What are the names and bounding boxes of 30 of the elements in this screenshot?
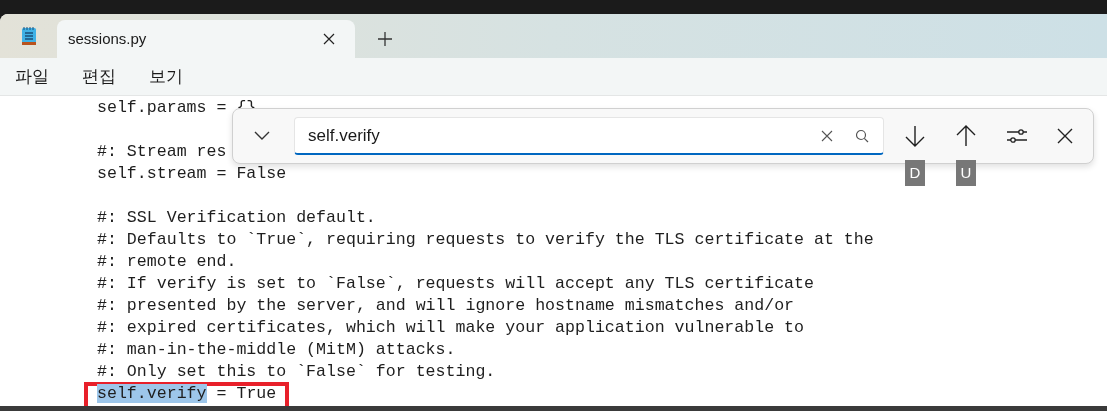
code-line: #: man-in-the-middle (MitM) attacks. bbox=[97, 340, 456, 359]
code-line: #: Only set this to `False` for testing. bbox=[97, 362, 496, 381]
shortcut-tooltip: D bbox=[905, 160, 925, 186]
down-arrow-icon bbox=[904, 124, 926, 148]
code-line: self.verify = True bbox=[97, 384, 277, 403]
menu-item[interactable]: 편집 bbox=[82, 63, 116, 90]
notepad-icon bbox=[20, 26, 37, 46]
close-icon[interactable] bbox=[1057, 128, 1073, 144]
search-icon[interactable] bbox=[855, 128, 869, 143]
code-line: #: If verify is set to `False`, requests will accept any TLS certificate bbox=[97, 274, 814, 293]
plus-icon[interactable] bbox=[378, 32, 392, 46]
shortcut-tooltip: U bbox=[956, 160, 976, 186]
up-arrow-icon bbox=[955, 124, 977, 148]
code-line: #: expired certificates, which will make your application vulnerable to bbox=[97, 318, 804, 337]
search-field[interactable]: self.verify bbox=[294, 117, 884, 155]
chevron-down-icon bbox=[254, 131, 270, 141]
code-line: #: SSL Verification default. bbox=[97, 208, 376, 227]
code-line: #: Defaults to `True`, requiring requests to verify the TLS certificate at the bbox=[97, 230, 874, 249]
options-icon[interactable] bbox=[1006, 127, 1028, 145]
next-match-button[interactable] bbox=[904, 124, 926, 148]
code-line: #: Stream res bbox=[97, 142, 227, 161]
menu-item[interactable]: 파일 bbox=[15, 63, 49, 90]
menu-item[interactable]: 보기 bbox=[149, 63, 183, 90]
code-line: self.stream = False bbox=[97, 164, 287, 183]
previous-match-button[interactable] bbox=[955, 124, 977, 148]
close-icon[interactable] bbox=[323, 33, 335, 45]
code-line: #: presented by the server, and will ignore hostname mismatches and/or bbox=[97, 296, 795, 315]
file-tab[interactable]: sessions.py bbox=[57, 20, 355, 58]
clear-icon[interactable] bbox=[821, 129, 833, 142]
code-line: #: remote end. bbox=[97, 252, 237, 271]
